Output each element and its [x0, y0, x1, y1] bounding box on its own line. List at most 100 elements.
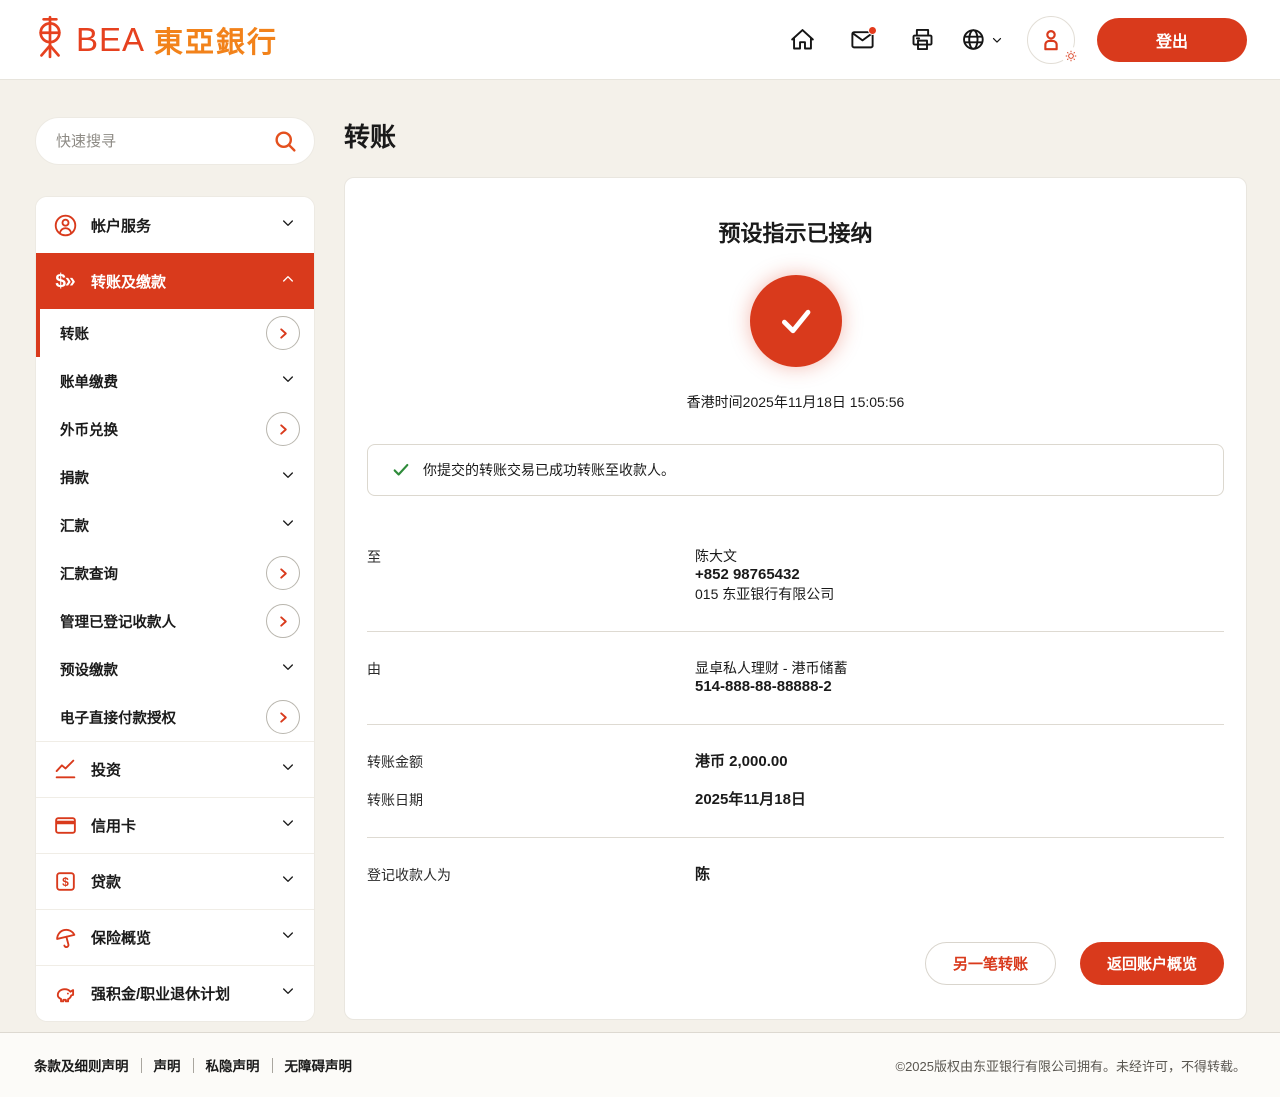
sidebar-item-mpf[interactable]: 强积金/职业退休计划 [36, 965, 314, 1021]
detail-group-from: 由 显卓私人理财 - 港币储蓄 514-888-88-88888-2 [367, 632, 1224, 725]
registered-payee-value: 陈 [695, 865, 710, 885]
sidebar-item-account-services[interactable]: 帐户服务 [36, 197, 314, 253]
globe-icon [961, 26, 988, 53]
transfer-payments-icon: $» [52, 269, 78, 295]
user-icon [1038, 27, 1064, 53]
copyright-text: ©2025版权由东亚银行有限公司拥有。未经许可，不得转载。 [896, 1056, 1247, 1075]
chevron-down-icon [990, 33, 1004, 47]
arrow-right-circle-icon [266, 412, 300, 446]
chevron-down-icon [280, 215, 296, 236]
submenu-label: 账单缴费 [60, 371, 280, 392]
registered-payee-label: 登记收款人为 [367, 865, 695, 885]
sidebar-subitem-remittance-enquiry[interactable]: 汇款查询 [36, 549, 314, 597]
mail-icon[interactable] [839, 17, 885, 63]
footer-link-disclaimer[interactable]: 声明 [154, 1055, 181, 1075]
from-label: 由 [367, 659, 695, 697]
credit-card-icon [52, 813, 78, 839]
logout-button[interactable]: 登出 [1097, 18, 1247, 62]
chevron-down-icon [280, 815, 296, 836]
svg-text:$: $ [62, 875, 69, 889]
logo-text-bea: BEA [76, 21, 145, 59]
arrow-right-circle-icon [266, 556, 300, 590]
language-selector[interactable] [959, 17, 1005, 63]
footer-link-privacy[interactable]: 私隐声明 [206, 1055, 260, 1075]
transaction-timestamp: 香港时间2025年11月18日 15:05:56 [367, 392, 1224, 412]
from-account-name: 显卓私人理财 - 港币储蓄 [695, 659, 847, 677]
submenu-label: 管理已登记收款人 [60, 611, 266, 632]
chevron-down-icon [280, 659, 300, 680]
submenu-label: 汇款查询 [60, 563, 266, 584]
bea-emblem-icon [33, 14, 67, 65]
from-account-number: 514-888-88-88888-2 [695, 677, 847, 697]
detail-group-amount-date: 转账金额 港币 2,000.00 转账日期 2025年11月18日 [367, 725, 1224, 838]
transfer-details: 至 陈大文 +852 98765432 015 东亚银行有限公司 由 显卓私人理… [367, 520, 1224, 912]
footer: 条款及细则声明 声明 私隐声明 无障碍声明 ©2025版权由东亚银行有限公司拥有… [0, 1032, 1280, 1097]
sidebar-item-loans[interactable]: $ 贷款 [36, 853, 314, 909]
print-icon[interactable] [899, 17, 945, 63]
sidebar-subitem-bill-payment[interactable]: 账单缴费 [36, 357, 314, 405]
detail-group-to: 至 陈大文 +852 98765432 015 东亚银行有限公司 [367, 520, 1224, 632]
sidebar-subitem-fx-exchange[interactable]: 外币兑换 [36, 405, 314, 453]
divider [272, 1058, 273, 1073]
arrow-right-circle-icon [266, 604, 300, 638]
success-check-icon [750, 275, 842, 367]
sidebar-subitem-preset-payment[interactable]: 预设缴款 [36, 645, 314, 693]
arrow-right-circle-icon [266, 700, 300, 734]
home-icon[interactable] [779, 17, 825, 63]
account-icon [52, 212, 78, 238]
menu-label: 投资 [91, 759, 267, 780]
investments-chart-icon [52, 757, 78, 783]
success-message-text: 你提交的转账交易已成功转账至收款人。 [423, 460, 675, 480]
submenu-label: 外币兑换 [60, 419, 266, 440]
back-to-overview-button[interactable]: 返回账户概览 [1080, 942, 1224, 985]
detail-group-payee-registered: 登记收款人为 陈 [367, 838, 1224, 912]
sidebar-subitem-donation[interactable]: 捐款 [36, 453, 314, 501]
menu-label: 帐户服务 [91, 215, 267, 236]
chevron-down-icon [280, 927, 296, 948]
chevron-up-icon [280, 271, 296, 292]
divider [193, 1058, 194, 1073]
amount-label: 转账金额 [367, 752, 695, 772]
search-icon [273, 129, 298, 154]
confirmation-card: 预设指示已接纳 香港时间2025年11月18日 15:05:56 你提交的转账交… [344, 177, 1247, 1020]
submenu-label: 预设缴款 [60, 659, 280, 680]
search-input[interactable] [56, 133, 273, 150]
payee-name: 陈大文 [695, 547, 834, 565]
mail-notification-dot [868, 26, 877, 35]
menu-label: 转账及缴款 [91, 271, 267, 292]
footer-link-terms[interactable]: 条款及细则声明 [34, 1055, 129, 1075]
sidebar-item-credit-card[interactable]: 信用卡 [36, 797, 314, 853]
chevron-down-icon [280, 467, 300, 488]
search-button[interactable] [273, 129, 298, 154]
menu-label: 贷款 [91, 871, 267, 892]
another-transfer-button[interactable]: 另一笔转账 [925, 942, 1056, 985]
footer-link-accessibility[interactable]: 无障碍声明 [285, 1055, 353, 1075]
sidebar-item-insurance[interactable]: 保险概览 [36, 909, 314, 965]
amount-value: 港币 2,000.00 [695, 752, 788, 772]
sidebar-item-investments[interactable]: 投资 [36, 741, 314, 797]
menu-label: 强积金/职业退休计划 [91, 983, 267, 1004]
bea-logo[interactable]: BEA 東亞銀行 [33, 14, 278, 65]
chevron-down-icon [280, 759, 296, 780]
payee-phone: +852 98765432 [695, 565, 834, 585]
submenu-label: 电子直接付款授权 [60, 707, 266, 728]
profile-avatar[interactable] [1027, 16, 1075, 64]
sidebar: 帐户服务 $» 转账及缴款 转账 [35, 117, 315, 1022]
sidebar-item-transfers-payments[interactable]: $» 转账及缴款 [36, 253, 314, 309]
sidebar-subitem-remittance[interactable]: 汇款 [36, 501, 314, 549]
loan-dollar-icon: $ [52, 869, 78, 895]
settings-gear-icon [1062, 47, 1080, 65]
chevron-down-icon [280, 515, 300, 536]
sidebar-subitem-transfer[interactable]: 转账 [36, 309, 314, 357]
chevron-down-icon [280, 371, 300, 392]
sidebar-subitem-edda[interactable]: 电子直接付款授权 [36, 693, 314, 741]
piggy-bank-icon [52, 981, 78, 1007]
chevron-down-icon [280, 983, 296, 1004]
menu-label: 保险概览 [91, 927, 267, 948]
logo-text-chinese: 東亞銀行 [154, 19, 278, 61]
sidebar-subitem-manage-payees[interactable]: 管理已登记收款人 [36, 597, 314, 645]
to-label: 至 [367, 547, 695, 604]
chevron-down-icon [280, 871, 296, 892]
page-title: 转账 [344, 117, 1247, 154]
divider [141, 1058, 142, 1073]
